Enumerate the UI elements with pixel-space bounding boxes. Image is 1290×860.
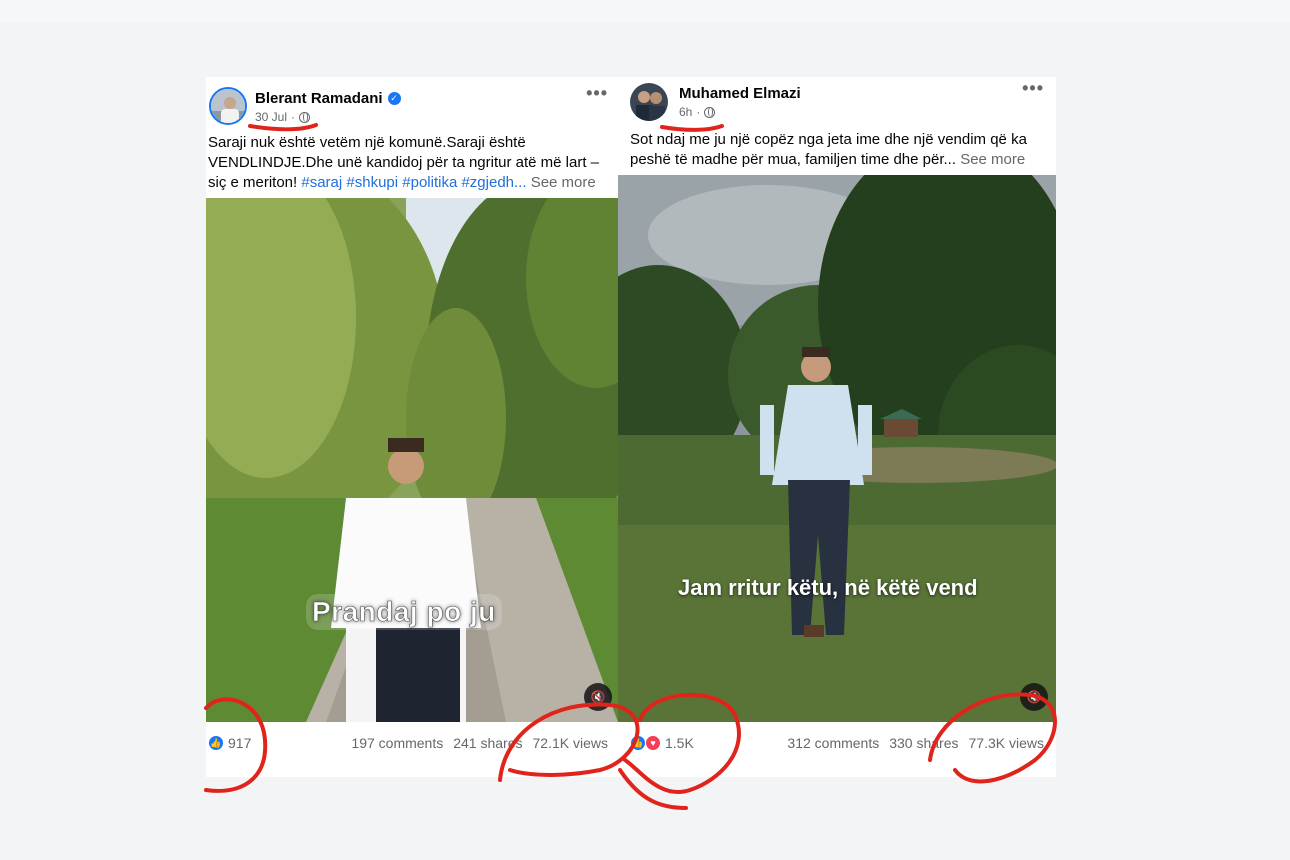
post-header: Blerant Ramadani ✓ 30 Jul · ••• bbox=[206, 77, 618, 127]
globe-icon bbox=[299, 111, 311, 123]
author-name[interactable]: Muhamed Elmazi bbox=[679, 85, 801, 102]
author-avatar[interactable] bbox=[209, 87, 247, 125]
shares-count[interactable]: 241 shares bbox=[453, 735, 522, 751]
verified-badge-icon: ✓ bbox=[387, 92, 401, 105]
video-subtitle: Prandaj po ju bbox=[306, 594, 502, 630]
author-name[interactable]: Blerant Ramadani ✓ bbox=[255, 90, 401, 107]
post-video[interactable]: Prandaj po ju 🔇 bbox=[206, 198, 618, 722]
engagement-counts: 197 comments 241 shares 72.1K views bbox=[351, 735, 608, 751]
more-options-icon[interactable]: ••• bbox=[1022, 79, 1044, 97]
video-subtitle: Jam rritur këtu, në këtë vend bbox=[678, 575, 978, 600]
meta-separator: · bbox=[291, 110, 296, 124]
reactions-summary[interactable]: 👍 917 bbox=[208, 735, 251, 751]
video-frame-park-lawn bbox=[618, 175, 1056, 722]
love-reaction-icon: ♥ bbox=[645, 735, 661, 751]
more-options-icon[interactable]: ••• bbox=[586, 84, 608, 102]
background-top bbox=[0, 0, 1290, 22]
comments-count[interactable]: 312 comments bbox=[787, 735, 879, 751]
views-count: 77.3K views bbox=[968, 735, 1044, 751]
post-card-blerant: Blerant Ramadani ✓ 30 Jul · ••• Saraji n… bbox=[206, 77, 618, 777]
reaction-count[interactable]: 917 bbox=[228, 735, 251, 751]
post-date[interactable]: 6h bbox=[679, 105, 692, 119]
post-card-muhamed: Muhamed Elmazi 6h · ••• Sot ndaj me ju n… bbox=[618, 77, 1056, 777]
globe-icon bbox=[704, 106, 716, 118]
engagement-bar: 👍 917 197 comments 241 shares 72.1K view… bbox=[206, 732, 618, 756]
shares-count[interactable]: 330 shares bbox=[889, 735, 958, 751]
post-meta: 6h · bbox=[679, 105, 716, 119]
like-reaction-icon: 👍 bbox=[630, 735, 646, 751]
video-frame-park-path bbox=[206, 198, 618, 722]
post-meta: 30 Jul · bbox=[255, 110, 311, 124]
reaction-count[interactable]: 1.5K bbox=[665, 735, 694, 751]
muted-speaker-icon[interactable]: 🔇 bbox=[584, 683, 612, 711]
post-caption: Sot ndaj me ju një copëz nga jeta ime dh… bbox=[630, 130, 1050, 170]
engagement-bar: 👍 ♥ 1.5K 312 comments 330 shares 77.3K v… bbox=[618, 732, 1056, 756]
like-reaction-icon: 👍 bbox=[208, 735, 224, 751]
engagement-counts: 312 comments 330 shares 77.3K views bbox=[787, 735, 1044, 751]
post-date[interactable]: 30 Jul bbox=[255, 110, 287, 124]
background-bottom bbox=[0, 778, 1290, 860]
muted-speaker-icon[interactable]: 🔇 bbox=[1020, 683, 1048, 711]
see-more-link[interactable]: See more bbox=[960, 151, 1025, 168]
author-name-text[interactable]: Muhamed Elmazi bbox=[679, 85, 801, 102]
post-caption: Saraji nuk është vetëm një komunë.Saraji… bbox=[208, 133, 614, 193]
see-more-link[interactable]: See more bbox=[531, 174, 596, 191]
meta-separator: · bbox=[696, 105, 701, 119]
post-video[interactable]: Jam rritur këtu, në këtë vend 🔇 bbox=[618, 175, 1056, 722]
views-count: 72.1K views bbox=[532, 735, 608, 751]
author-name-text[interactable]: Blerant Ramadani bbox=[255, 90, 383, 107]
reactions-summary[interactable]: 👍 ♥ 1.5K bbox=[630, 735, 694, 751]
comments-count[interactable]: 197 comments bbox=[351, 735, 443, 751]
caption-hashtags[interactable]: #saraj #shkupi #politika #zgjedh... bbox=[301, 174, 526, 191]
post-header: Muhamed Elmazi 6h · ••• bbox=[618, 77, 1056, 127]
author-avatar[interactable] bbox=[630, 83, 668, 121]
